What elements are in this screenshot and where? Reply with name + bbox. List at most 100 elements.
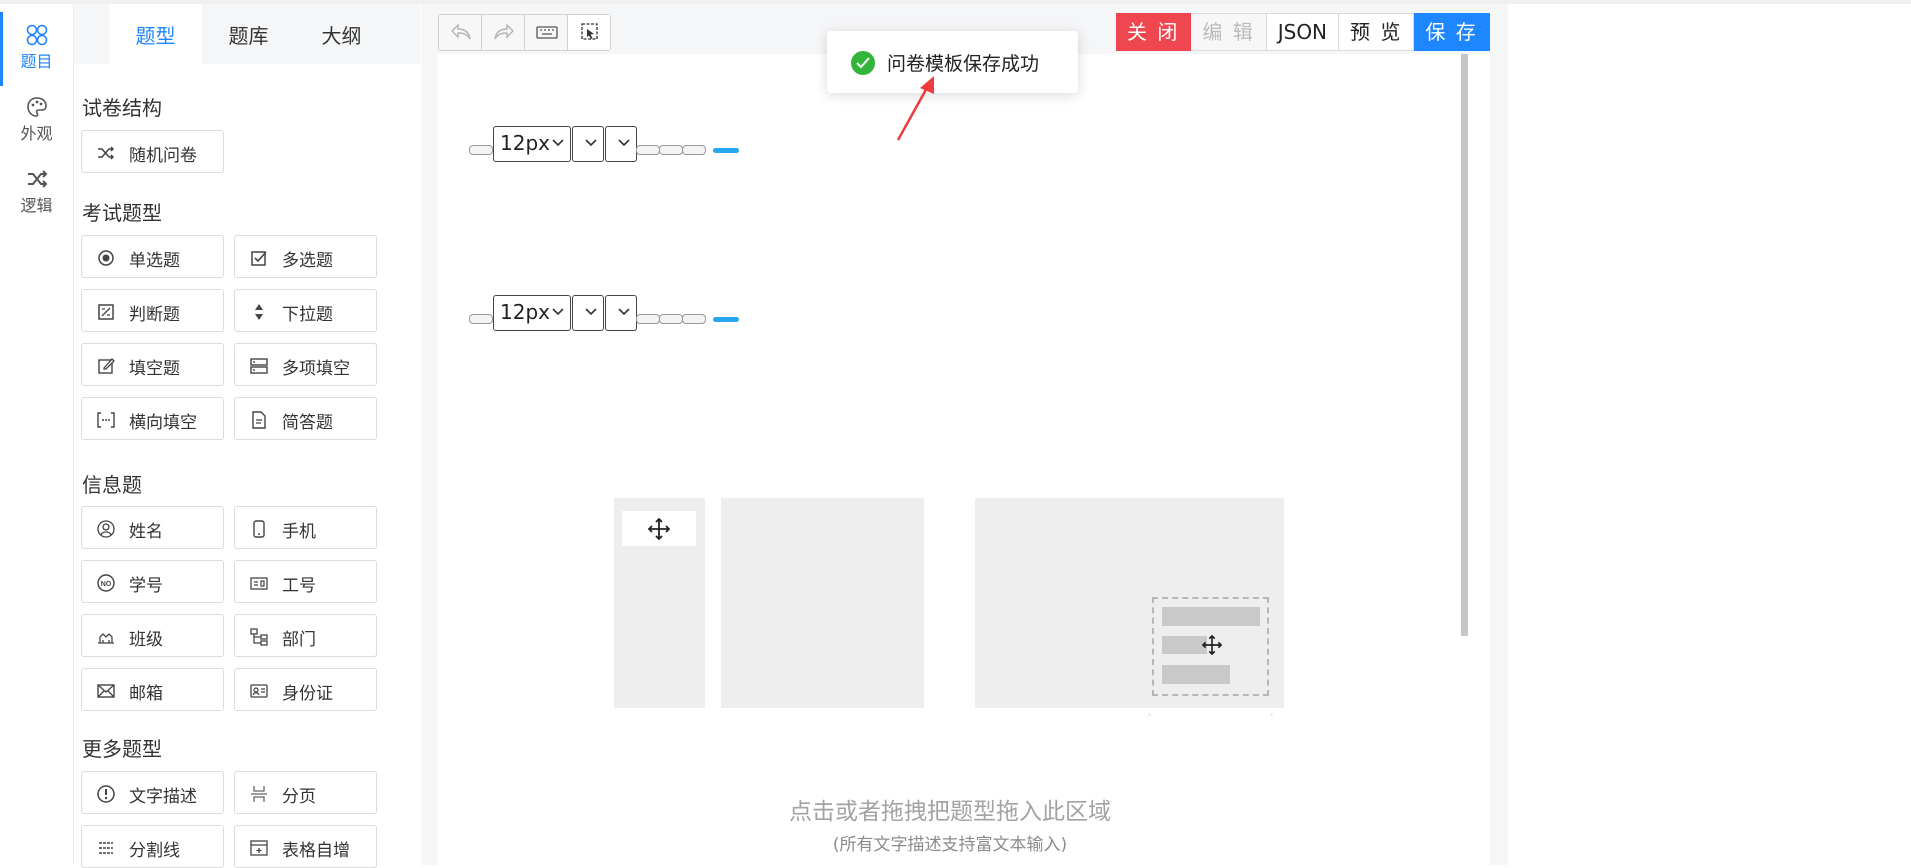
org-icon <box>250 628 268 646</box>
rail-item-questions[interactable]: 题目 <box>0 12 73 86</box>
student-id-button[interactable]: NO 学号 <box>81 560 224 603</box>
chevron-down-icon <box>618 308 630 316</box>
rail-item-logic[interactable]: 逻辑 <box>0 156 73 218</box>
placeholder-column-middle <box>721 498 924 708</box>
page-break-icon <box>251 786 267 802</box>
phone-icon <box>253 520 265 538</box>
decor-dot <box>1131 581 1134 584</box>
font-size-select[interactable]: 12px <box>493 126 571 162</box>
bracket-fill-icon <box>97 412 115 428</box>
table-auto-add-button[interactable]: 表格自增 <box>234 825 377 868</box>
info-icon <box>97 785 115 803</box>
email-field-button[interactable]: 邮箱 <box>81 668 224 711</box>
move-icon <box>1202 635 1222 655</box>
dropdown-arrows-icon <box>255 304 263 320</box>
random-paper-button[interactable]: 随机问卷 <box>81 130 224 173</box>
json-button[interactable]: JSON <box>1266 13 1340 51</box>
dash-bar-top <box>1162 607 1260 626</box>
id-card-icon <box>250 577 268 590</box>
divider-icon <box>99 842 113 854</box>
employee-id-button[interactable]: 工号 <box>234 560 377 603</box>
horizontal-fill-button[interactable]: 横向填空 <box>81 397 224 440</box>
save-button[interactable]: 保 存 <box>1414 13 1490 51</box>
editor-toolbar <box>438 14 611 51</box>
italic-button[interactable] <box>659 145 683 155</box>
tab-outline[interactable]: 大纲 <box>295 4 388 64</box>
close-button[interactable]: 关 闭 <box>1116 13 1192 51</box>
select-button[interactable] <box>568 15 610 50</box>
fill-blank-button[interactable]: 填空题 <box>81 343 224 386</box>
circles-icon <box>26 24 47 46</box>
success-toast: 问卷模板保存成功 <box>827 31 1078 93</box>
rail-item-appearance[interactable]: 外观 <box>0 84 73 146</box>
edit-icon <box>98 358 115 374</box>
chevron-down-icon <box>552 139 564 147</box>
class-icon <box>98 633 114 644</box>
check-circle-icon <box>851 51 875 75</box>
svg-text:NO: NO <box>101 581 112 588</box>
decor-dot <box>1148 713 1151 716</box>
dropdown-question-button[interactable]: 下拉题 <box>234 289 377 332</box>
department-field-button[interactable]: 部门 <box>234 614 377 657</box>
underline-button[interactable] <box>682 145 706 155</box>
text-description-button[interactable]: 文字描述 <box>81 771 224 814</box>
editor-scrollbar[interactable] <box>1461 54 1468 636</box>
page-break-button[interactable]: 分页 <box>234 771 377 814</box>
tab-question-bank[interactable]: 题库 <box>202 4 295 64</box>
heading-select[interactable] <box>605 295 637 331</box>
italic-button[interactable] <box>659 314 683 324</box>
section-title-exam: 考试题型 <box>82 201 162 225</box>
section-title-structure: 试卷结构 <box>82 96 162 120</box>
heading-select[interactable] <box>605 126 637 162</box>
short-answer-button[interactable]: 简答题 <box>234 397 377 440</box>
annotation-arrow-icon <box>896 76 934 141</box>
font-family-select[interactable] <box>572 295 604 331</box>
user-icon <box>97 520 115 538</box>
multi-choice-button[interactable]: 多选题 <box>234 235 377 278</box>
class-field-button[interactable]: 班级 <box>81 614 224 657</box>
editor-canvas[interactable] <box>437 54 1490 865</box>
judge-icon <box>98 304 114 320</box>
undo-button[interactable] <box>439 15 482 50</box>
text-color-button[interactable] <box>713 148 739 153</box>
keyboard-button[interactable] <box>525 15 568 50</box>
dash-bar-bottom <box>1162 665 1230 684</box>
format-button[interactable] <box>469 314 493 324</box>
underline-button[interactable] <box>682 314 706 324</box>
true-false-button[interactable]: 判断题 <box>81 289 224 332</box>
text-color-button[interactable] <box>713 317 739 322</box>
id-card-field-button[interactable]: 身份证 <box>234 668 377 711</box>
radio-icon <box>98 250 114 266</box>
preview-button[interactable]: 预 览 <box>1339 13 1415 51</box>
undo-icon <box>451 23 471 40</box>
document-icon <box>252 411 266 429</box>
decor-dot <box>1270 713 1273 716</box>
redo-button[interactable] <box>482 15 525 50</box>
bold-button[interactable] <box>636 314 660 324</box>
tab-question-types[interactable]: 题型 <box>109 4 202 64</box>
multi-fill-icon <box>250 358 268 374</box>
left-rail: 题目 外观 逻辑 <box>0 4 74 865</box>
phone-field-button[interactable]: 手机 <box>234 506 377 549</box>
question-type-panel: 题型 题库 大纲 试卷结构 随机问卷 考试题型 单选题 多选题 判断题 下拉题 … <box>74 4 493 868</box>
divider-button[interactable]: 分割线 <box>81 825 224 868</box>
chevron-down-icon <box>585 139 597 147</box>
number-icon: NO <box>97 574 115 592</box>
font-family-select[interactable] <box>572 126 604 162</box>
rail-item-label: 逻辑 <box>20 196 53 215</box>
redo-icon <box>494 23 514 40</box>
table-add-icon <box>250 840 268 856</box>
bold-button[interactable] <box>636 145 660 155</box>
mail-icon <box>97 684 115 698</box>
font-size-select[interactable]: 12px <box>493 295 571 331</box>
action-buttons: 关 闭 编 辑 JSON 预 览 保 存 <box>1116 13 1490 51</box>
rail-item-label: 外观 <box>20 124 53 143</box>
single-choice-button[interactable]: 单选题 <box>81 235 224 278</box>
rail-item-label: 题目 <box>20 52 53 71</box>
multi-fill-button[interactable]: 多项填空 <box>234 343 377 386</box>
name-field-button[interactable]: 姓名 <box>81 506 224 549</box>
palette-icon <box>26 97 47 117</box>
edit-button[interactable]: 编 辑 <box>1191 13 1267 51</box>
identity-icon <box>250 684 268 698</box>
format-button[interactable] <box>469 145 493 155</box>
